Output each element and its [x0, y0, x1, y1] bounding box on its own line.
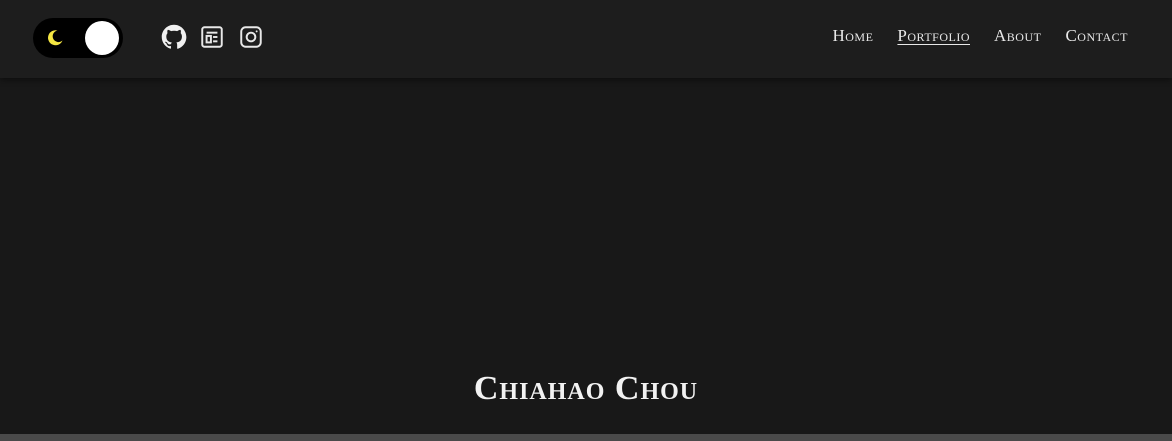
main-nav: Home Portfolio About Contact: [832, 26, 1128, 46]
toggle-knob: [85, 21, 119, 55]
nav-link-contact[interactable]: Contact: [1065, 26, 1128, 46]
theme-toggle[interactable]: [33, 18, 123, 58]
hero-name: Chiahao Chou: [473, 370, 699, 407]
top-navigation-bar: Home Portfolio About Contact: [0, 0, 1172, 78]
page: Home Portfolio About Contact Chiahao Cho…: [0, 0, 1172, 441]
github-icon[interactable]: [159, 22, 189, 52]
bottom-divider: [0, 434, 1172, 441]
nav-link-about[interactable]: About: [994, 26, 1041, 46]
instagram-icon[interactable]: [236, 22, 266, 52]
blog-icon[interactable]: [197, 22, 227, 52]
moon-icon: [48, 30, 63, 46]
nav-link-home[interactable]: Home: [832, 26, 873, 46]
nav-link-portfolio[interactable]: Portfolio: [897, 26, 970, 46]
